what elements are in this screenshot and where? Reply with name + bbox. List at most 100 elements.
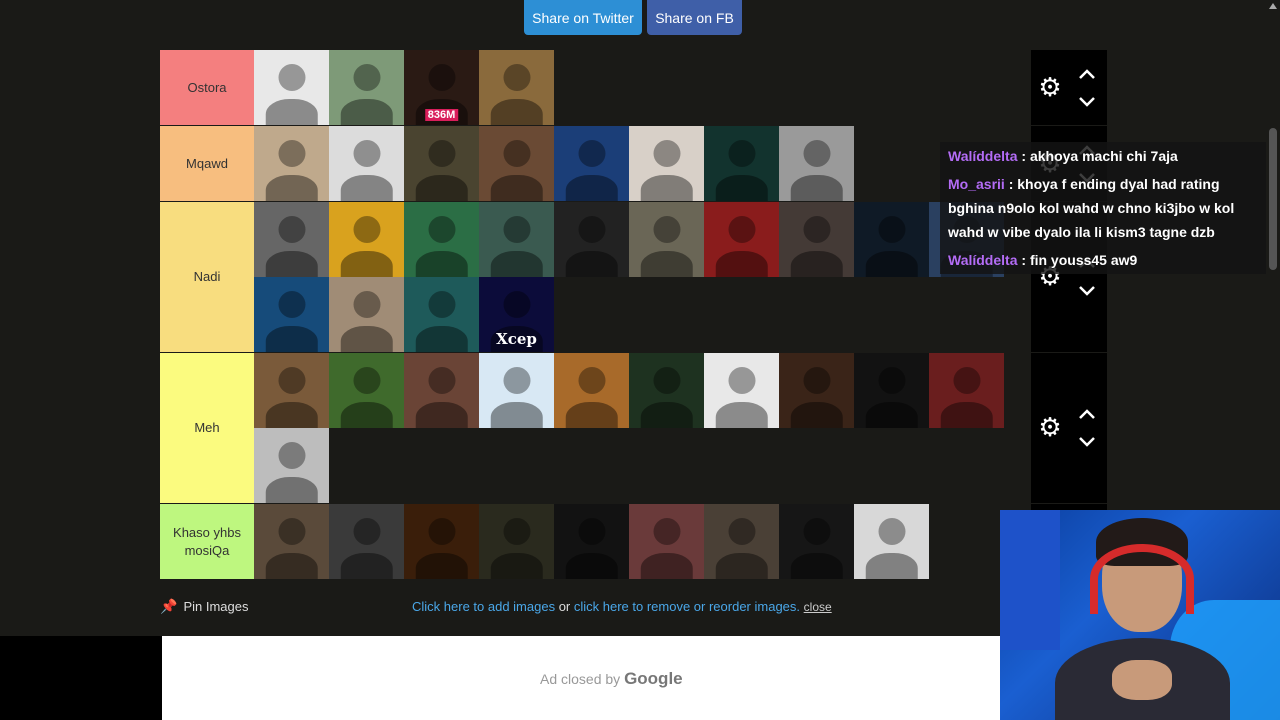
tier-image[interactable]: [629, 126, 704, 201]
person-silhouette-icon: [653, 139, 680, 167]
tier-image[interactable]: [479, 126, 554, 201]
tier-image[interactable]: [854, 504, 929, 579]
person-body-shape: [715, 401, 768, 428]
person-body-shape: [340, 174, 393, 201]
tier-image[interactable]: [254, 504, 329, 579]
close-link[interactable]: close: [804, 600, 832, 614]
person-body-shape: [490, 401, 543, 428]
chevron-up-icon[interactable]: [1077, 407, 1097, 421]
tier-items[interactable]: Xcep: [254, 202, 1031, 352]
tier-label[interactable]: Meh: [160, 353, 254, 503]
webcam-window: [1000, 510, 1060, 650]
tier-image[interactable]: [779, 504, 854, 579]
tier-image[interactable]: [329, 277, 404, 352]
person-body-shape: [340, 98, 393, 125]
person-body-shape: [490, 98, 543, 125]
person-body-shape: [265, 476, 318, 503]
tier-image[interactable]: [479, 353, 554, 428]
tier-items[interactable]: [254, 504, 1031, 579]
tier-image[interactable]: [929, 353, 1004, 428]
chat-username: Walíddelta: [948, 148, 1018, 164]
tier-image[interactable]: [404, 353, 479, 428]
tier-image[interactable]: Xcep: [479, 277, 554, 352]
remove-images-link[interactable]: click here to remove or reorder images.: [574, 599, 800, 614]
headset-icon: [1090, 544, 1194, 614]
tier-items[interactable]: [254, 126, 1031, 201]
tier-image[interactable]: [254, 202, 329, 277]
tier-image[interactable]: [704, 202, 779, 277]
tier-image[interactable]: [854, 202, 929, 277]
chevron-down-icon[interactable]: [1077, 95, 1097, 109]
chevron-up-icon[interactable]: [1077, 67, 1097, 81]
image-caption: 836M: [424, 109, 459, 121]
tier-image[interactable]: 836M: [404, 50, 479, 125]
tier-image[interactable]: [329, 202, 404, 277]
tier-image[interactable]: [404, 126, 479, 201]
tier-image[interactable]: [479, 504, 554, 579]
tier-items[interactable]: 836M: [254, 50, 1031, 125]
scroll-thumb[interactable]: [1269, 128, 1277, 270]
person-silhouette-icon: [578, 139, 605, 167]
tier-image[interactable]: [254, 126, 329, 201]
google-logo: Google: [624, 669, 683, 688]
chat-text: : akhoya machi chi 7aja: [1017, 148, 1178, 164]
chevron-down-icon[interactable]: [1077, 435, 1097, 449]
tier-image[interactable]: [404, 504, 479, 579]
person-silhouette-icon: [278, 215, 305, 243]
tier-items[interactable]: [254, 353, 1031, 503]
share-facebook-button[interactable]: Share on FB: [647, 0, 742, 35]
person-body-shape: [865, 552, 918, 579]
tier-image[interactable]: [554, 126, 629, 201]
tier-image[interactable]: [554, 202, 629, 277]
gear-icon[interactable]: ⚙: [1037, 74, 1063, 100]
tier-image[interactable]: [704, 126, 779, 201]
tier-image[interactable]: [629, 202, 704, 277]
person-body-shape: [640, 401, 693, 428]
tier-image[interactable]: [629, 353, 704, 428]
tier-image[interactable]: [629, 504, 704, 579]
person-body-shape: [340, 552, 393, 579]
tier-image[interactable]: [254, 428, 329, 503]
tier-image[interactable]: [254, 277, 329, 352]
tier-label[interactable]: Mqawd: [160, 126, 254, 201]
tier-image[interactable]: [779, 126, 854, 201]
tier-image[interactable]: [404, 277, 479, 352]
gear-icon[interactable]: ⚙: [1037, 414, 1063, 440]
chevron-down-icon[interactable]: [1077, 284, 1097, 298]
tier-label[interactable]: Nadi: [160, 202, 254, 352]
scroll-up-icon[interactable]: [1269, 3, 1277, 9]
tier-image[interactable]: [404, 202, 479, 277]
tier-image[interactable]: [779, 353, 854, 428]
webcam-overlay: [1000, 510, 1280, 720]
tier-image[interactable]: [704, 504, 779, 579]
person-body-shape: [865, 250, 918, 277]
share-twitter-button[interactable]: Share on Twitter: [524, 0, 642, 35]
tier-image[interactable]: [479, 202, 554, 277]
tier-image[interactable]: [854, 353, 929, 428]
image-actions: Click here to add images or click here t…: [412, 599, 832, 614]
tier-image[interactable]: [704, 353, 779, 428]
tier-label[interactable]: Ostora: [160, 50, 254, 125]
person-body-shape: [265, 401, 318, 428]
tier-image[interactable]: [254, 50, 329, 125]
tier-label[interactable]: Khaso yhbs mosiQa: [160, 504, 254, 579]
person-body-shape: [415, 401, 468, 428]
pin-images-toggle[interactable]: 📌 Pin Images: [160, 598, 248, 615]
tier-image[interactable]: [779, 202, 854, 277]
person-silhouette-icon: [878, 215, 905, 243]
tier-image[interactable]: [479, 50, 554, 125]
tier-image[interactable]: [329, 504, 404, 579]
person-body-shape: [265, 98, 318, 125]
tier-image[interactable]: [254, 353, 329, 428]
add-images-link[interactable]: Click here to add images: [412, 599, 555, 614]
person-body-shape: [265, 174, 318, 201]
person-body-shape: [790, 401, 843, 428]
tier-image[interactable]: [554, 504, 629, 579]
pin-images-label: Pin Images: [183, 599, 249, 614]
ad-closed-text: Ad closed by Google: [540, 669, 683, 689]
person-silhouette-icon: [878, 366, 905, 394]
tier-image[interactable]: [329, 50, 404, 125]
tier-image[interactable]: [554, 353, 629, 428]
tier-image[interactable]: [329, 126, 404, 201]
tier-image[interactable]: [329, 353, 404, 428]
